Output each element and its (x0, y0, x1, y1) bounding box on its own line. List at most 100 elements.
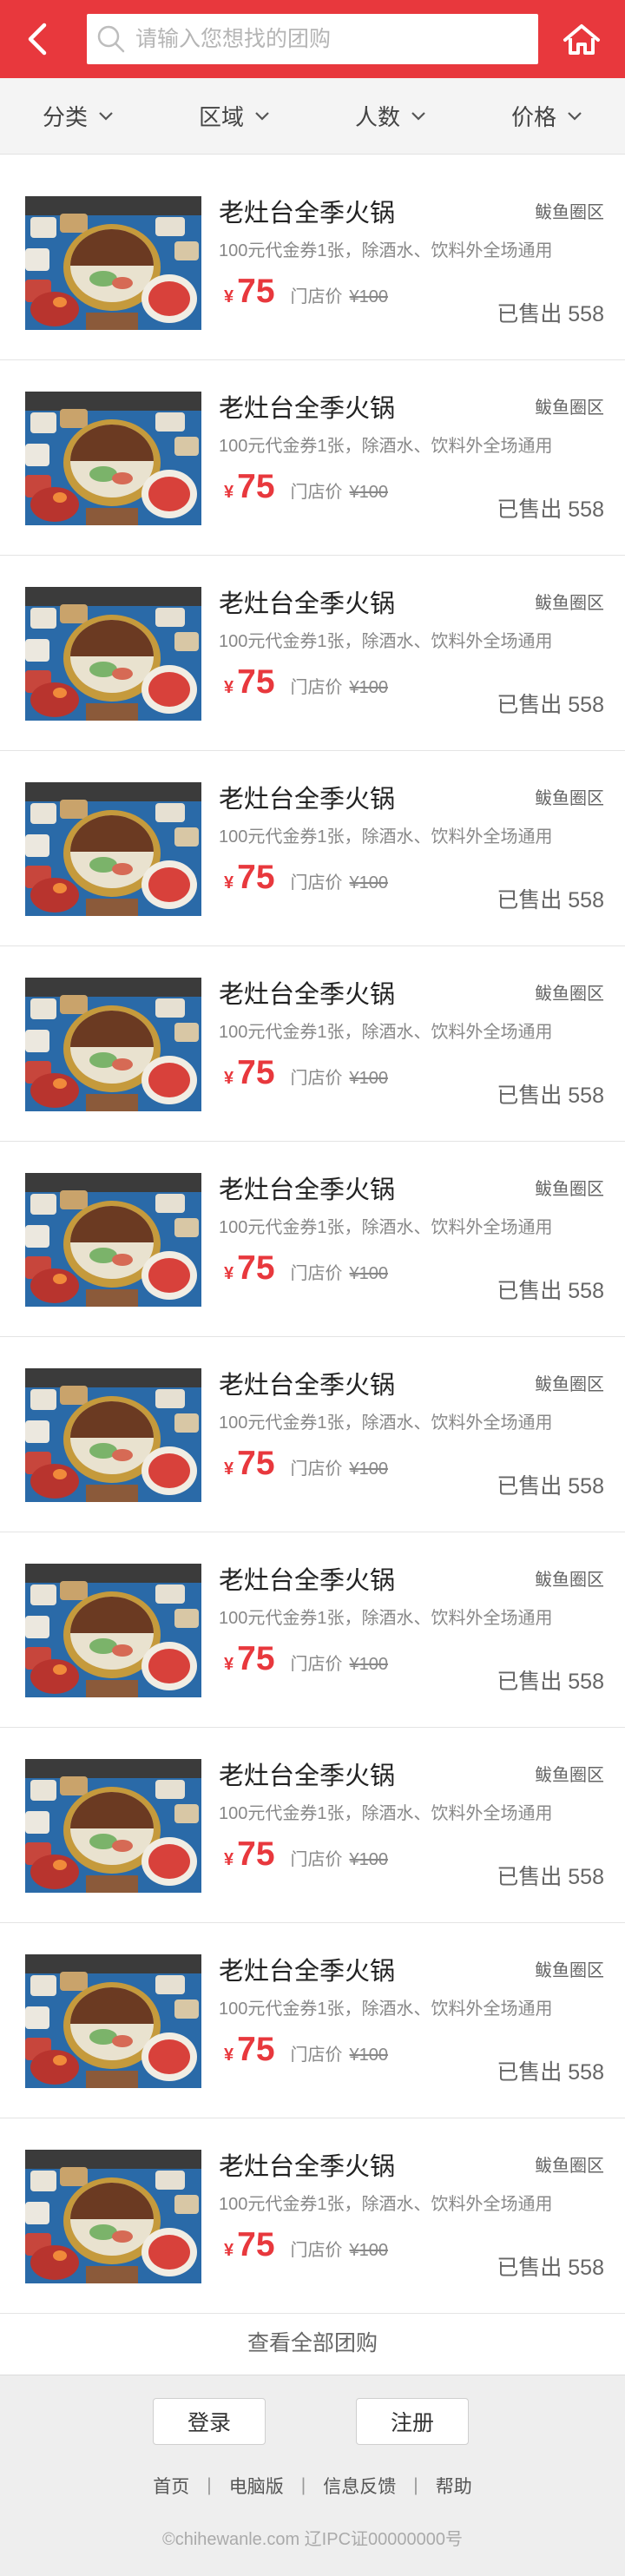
price-row: ¥75 门店价 ¥100 (224, 1054, 388, 1092)
deal-thumbnail (25, 2150, 201, 2283)
original-price: ¥100 (349, 1069, 389, 1088)
original-price-label: 门店价 (290, 1850, 343, 1869)
deal-item[interactable]: 老灶台全季火锅 鲅鱼圈区 100元代金券1张，除酒水、饮料外全场通用 ¥75 门店价 ¥1… (0, 1532, 625, 1728)
currency-symbol: ¥ (224, 678, 234, 697)
home-button[interactable] (556, 17, 608, 61)
original-price: ¥100 (349, 2046, 389, 2065)
filter-label: 区域 (198, 104, 244, 130)
filter-area[interactable]: 区域 (156, 78, 312, 154)
search-box[interactable] (87, 14, 538, 64)
original-price: ¥100 (349, 1850, 389, 1869)
currency-symbol: ¥ (224, 1850, 234, 1869)
footer-link-help[interactable]: 帮助 (418, 2473, 490, 2499)
deal-description: 100元代金券1张，除酒水、饮料外全场通用 (219, 1413, 553, 1433)
currency-symbol: ¥ (224, 1459, 234, 1479)
chevron-down-icon (254, 111, 270, 122)
deal-area: 鲅鱼圈区 (535, 1180, 604, 1199)
original-price-label: 门店价 (290, 2241, 343, 2260)
deal-area: 鲅鱼圈区 (535, 594, 604, 613)
original-price-label: 门店价 (290, 678, 343, 697)
deal-description: 100元代金券1张，除酒水、饮料外全场通用 (219, 632, 553, 651)
deal-title: 老灶台全季火锅 (219, 981, 396, 1009)
currency-symbol: ¥ (224, 287, 234, 306)
deal-item[interactable]: 老灶台全季火锅 鲅鱼圈区 100元代金券1张，除酒水、饮料外全场通用 ¥75 门店价 ¥1… (0, 751, 625, 946)
deal-thumbnail (25, 392, 201, 525)
price-row: ¥75 门店价 ¥100 (224, 1640, 388, 1678)
deal-title: 老灶台全季火锅 (219, 395, 396, 423)
deal-item[interactable]: 老灶台全季火锅 鲅鱼圈区 100元代金券1张，除酒水、饮料外全场通用 ¥75 门店价 ¥1… (0, 2118, 625, 2314)
deal-list: 老灶台全季火锅 鲅鱼圈区 100元代金券1张，除酒水、饮料外全场通用 ¥75 门店价 ¥1… (0, 165, 625, 2314)
original-price-label: 门店价 (290, 1069, 343, 1088)
deal-thumbnail (25, 587, 201, 721)
filter-people[interactable]: 人数 (312, 78, 469, 154)
sold-count: 已售出 558 (497, 1474, 604, 1499)
login-button[interactable]: 登录 (153, 2398, 266, 2445)
deal-area: 鲅鱼圈区 (535, 399, 604, 418)
home-icon (563, 24, 600, 55)
deal-title: 老灶台全季火锅 (219, 1958, 396, 1986)
filter-label: 人数 (354, 104, 400, 130)
chevron-down-icon (98, 111, 114, 122)
deal-item[interactable]: 老灶台全季火锅 鲅鱼圈区 100元代金券1张，除酒水、饮料外全场通用 ¥75 门店价 ¥1… (0, 1923, 625, 2118)
register-button[interactable]: 注册 (356, 2398, 469, 2445)
deal-item[interactable]: 老灶台全季火锅 鲅鱼圈区 100元代金券1张，除酒水、饮料外全场通用 ¥75 门店价 ¥1… (0, 1337, 625, 1532)
deal-thumbnail (25, 978, 201, 1111)
deal-area: 鲅鱼圈区 (535, 203, 604, 222)
deal-price: 75 (237, 663, 275, 701)
original-price: ¥100 (349, 1655, 389, 1674)
deal-title: 老灶台全季火锅 (219, 1176, 396, 1204)
price-row: ¥75 门店价 ¥100 (224, 1835, 388, 1874)
original-price: ¥100 (349, 678, 389, 697)
deal-description: 100元代金券1张，除酒水、饮料外全场通用 (219, 1609, 553, 1628)
footer-link-feedback[interactable]: 信息反馈 (306, 2473, 413, 2499)
original-price-label: 门店价 (290, 873, 343, 893)
deal-thumbnail (25, 1759, 201, 1893)
sold-count: 已售出 558 (497, 888, 604, 912)
deal-description: 100元代金券1张，除酒水、饮料外全场通用 (219, 1023, 553, 1042)
original-price-label: 门店价 (290, 1459, 343, 1479)
original-price: ¥100 (349, 483, 389, 502)
filter-label: 价格 (510, 104, 556, 130)
chevron-down-icon (567, 111, 582, 122)
filter-price[interactable]: 价格 (469, 78, 625, 154)
deal-item[interactable]: 老灶台全季火锅 鲅鱼圈区 100元代金券1张，除酒水、饮料外全场通用 ¥75 门店价 ¥1… (0, 556, 625, 751)
view-all-link[interactable]: 查看全部团购 (0, 2311, 625, 2372)
deal-area: 鲅鱼圈区 (535, 1375, 604, 1394)
original-price-label: 门店价 (290, 1655, 343, 1674)
search-input[interactable] (135, 26, 517, 52)
deal-item[interactable]: 老灶台全季火锅 鲅鱼圈区 100元代金券1张，除酒水、饮料外全场通用 ¥75 门店价 ¥1… (0, 946, 625, 1142)
deal-title: 老灶台全季火锅 (219, 2153, 396, 2181)
deal-item[interactable]: 老灶台全季火锅 鲅鱼圈区 100元代金券1张，除酒水、饮料外全场通用 ¥75 门店价 ¥1… (0, 1728, 625, 1923)
original-price: ¥100 (349, 2241, 389, 2260)
deal-title: 老灶台全季火锅 (219, 786, 396, 814)
deal-item[interactable]: 老灶台全季火锅 鲅鱼圈区 100元代金券1张，除酒水、饮料外全场通用 ¥75 门店价 ¥1… (0, 165, 625, 360)
chevron-down-icon (411, 111, 426, 122)
price-row: ¥75 门店价 ¥100 (224, 1445, 388, 1483)
price-row: ¥75 门店价 ¥100 (224, 2226, 388, 2264)
deal-item[interactable]: 老灶台全季火锅 鲅鱼圈区 100元代金券1张，除酒水、饮料外全场通用 ¥75 门店价 ¥1… (0, 1142, 625, 1337)
deal-thumbnail (25, 1564, 201, 1697)
original-price-label: 门店价 (290, 2046, 343, 2065)
back-button[interactable] (16, 17, 59, 61)
footer: 登录 注册 首页 | 电脑版 | 信息反馈 | 帮助 ©chihewanle.c… (0, 2375, 625, 2576)
deal-area: 鲅鱼圈区 (535, 1961, 604, 1980)
currency-symbol: ¥ (224, 873, 234, 893)
sold-count: 已售出 558 (497, 302, 604, 326)
original-price: ¥100 (349, 287, 389, 306)
deal-item[interactable]: 老灶台全季火锅 鲅鱼圈区 100元代金券1张，除酒水、饮料外全场通用 ¥75 门店价 ¥1… (0, 360, 625, 556)
deal-price: 75 (237, 468, 275, 505)
price-row: ¥75 门店价 ¥100 (224, 1249, 388, 1288)
currency-symbol: ¥ (224, 1069, 234, 1088)
deal-price: 75 (237, 273, 275, 310)
footer-link-desktop[interactable]: 电脑版 (212, 2473, 301, 2499)
currency-symbol: ¥ (224, 1264, 234, 1283)
deal-area: 鲅鱼圈区 (535, 985, 604, 1004)
sold-count: 已售出 558 (497, 2060, 604, 2085)
footer-link-home[interactable]: 首页 (135, 2473, 207, 2499)
filter-category[interactable]: 分类 (0, 78, 156, 154)
chevron-left-icon (28, 23, 47, 56)
sold-count: 已售出 558 (497, 1279, 604, 1303)
original-price-label: 门店价 (290, 287, 343, 306)
deal-thumbnail (25, 1173, 201, 1307)
sold-count: 已售出 558 (497, 2256, 604, 2280)
